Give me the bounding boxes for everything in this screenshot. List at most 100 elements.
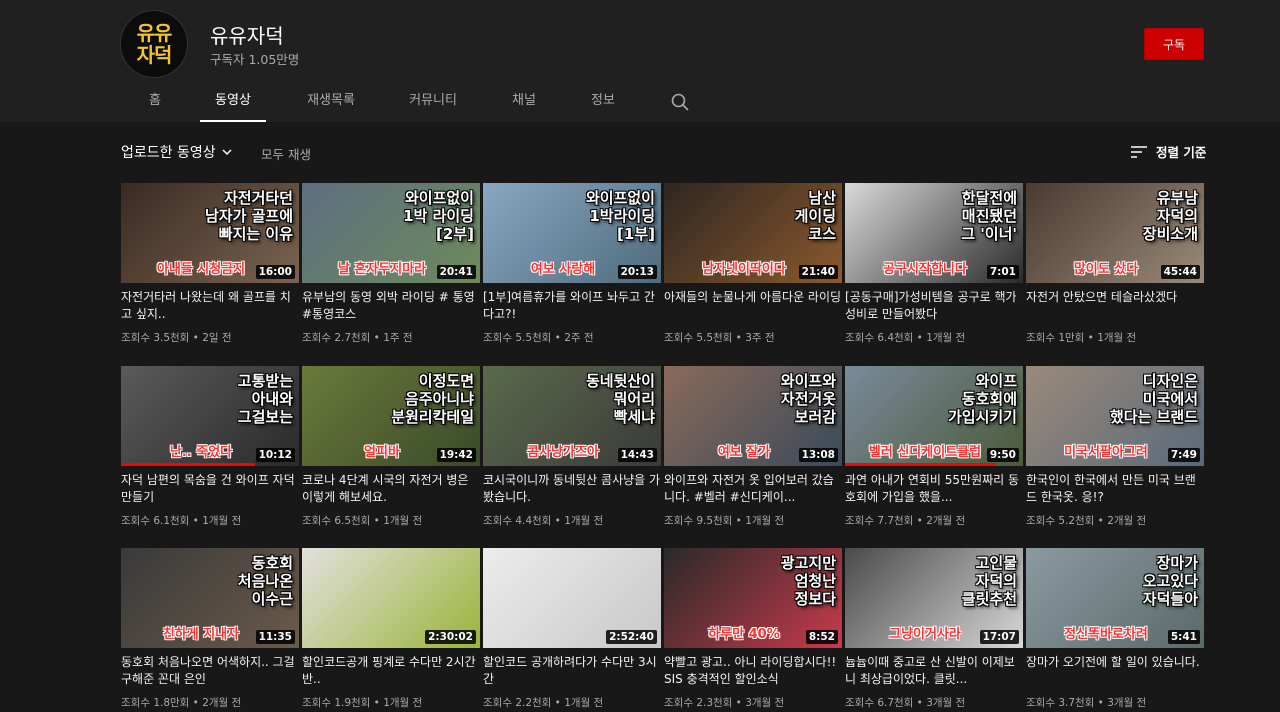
video-card[interactable]: 와이프없이 1박라이딩 [1부] 여보 사랑해 20:13 [1부]여름휴가를 와이프…: [483, 183, 661, 353]
thumbnail-caption: 자전거타던 남자가 골프에 빠지는 이유: [204, 189, 293, 243]
view-count: 조회수 6.5천회: [302, 515, 371, 527]
video-card[interactable]: 동네뒷산이 뭐어리 빡세냐 콤사냥가즈아 14:43 코시국이니까 동네뒷산 콤사냥을…: [483, 366, 661, 536]
channel-header: 유유 자덕 유유자덕 구독자 1.05만명 구독 홈 동영상 재생목록 커뮤니티…: [0, 0, 1280, 122]
video-title[interactable]: 약빨고 광고.. 아니 라이딩합시다!! SIS 충격적인 할인소식: [664, 654, 842, 688]
video-title[interactable]: 코시국이니까 동네뒷산 콤사냥을 가봤습니다.: [483, 472, 661, 506]
search-icon[interactable]: [670, 92, 690, 112]
upload-age: 2일 전: [202, 332, 232, 344]
sort-by-button[interactable]: 정렬 기준: [1130, 142, 1206, 161]
video-thumbnail[interactable]: 동네뒷산이 뭐어리 빡세냐 콤사냥가즈아 14:43: [483, 366, 661, 466]
video-thumbnail[interactable]: 디자인은 미국에서 했다는 브랜드 미국서팔아그려 7:49: [1026, 366, 1204, 466]
video-card[interactable]: 이정도면 음주아니냐 분원리칵테일 얼피바 19:42 코로나 4단계 시국의 자전거…: [302, 366, 480, 536]
tab-community[interactable]: 커뮤니티: [398, 82, 468, 122]
thumbnail-caption: 고인물 자덕의 클릿추천: [961, 554, 1017, 608]
video-title[interactable]: 한국인이 한국에서 만든 미국 브랜드 한국옷. 응!?: [1026, 472, 1204, 506]
video-thumbnail[interactable]: 2:52:40: [483, 548, 661, 648]
video-meta: 조회수 1만회 • 1개월 전: [1026, 330, 1136, 345]
video-card[interactable]: 광고지만 엄청난 정보다 하루만 40% 8:52 약빨고 광고.. 아니 라이딩합시…: [664, 548, 842, 712]
video-meta: 조회수 4.4천회 • 1개월 전: [483, 513, 603, 528]
video-meta: 조회수 2.3천회 • 3개월 전: [664, 695, 784, 710]
uploads-label: 업로드한 동영상: [121, 145, 216, 161]
view-count: 조회수 4.4천회: [483, 515, 552, 527]
thumbnail-subcaption: 여보 잘가: [717, 445, 771, 460]
thumbnail-subcaption: 여보 사랑해: [530, 262, 596, 277]
chevron-down-icon: [222, 149, 232, 156]
video-card[interactable]: 고인물 자덕의 클릿추천 그냥이거사라 17:07 늅늅이때 중고로 산 신발이 이제…: [845, 548, 1023, 712]
video-thumbnail[interactable]: 와이프없이 1박 라이딩 [2부] 날 혼자두지마라 20:41: [302, 183, 480, 283]
video-title[interactable]: [1부]여름휴가를 와이프 놔두고 간다고?!: [483, 289, 661, 323]
video-card[interactable]: 한달전에 매진됐던 그 '이너' 공구시작합니다 7:01 [공동구매]가성비템을 공…: [845, 183, 1023, 353]
tab-playlists[interactable]: 재생목록: [296, 82, 366, 122]
thumbnail-caption: 와이프 동호회에 가입시키기: [947, 372, 1017, 426]
video-title[interactable]: 할인코드 공개하려다가 수다만 3시간: [483, 654, 661, 688]
video-duration: 8:52: [805, 630, 838, 644]
video-title[interactable]: 자전거타러 나왔는데 왜 골프를 치고 싶지..: [121, 289, 299, 323]
video-thumbnail[interactable]: 장마가 오고있다 자덕들아 정신똑바로차려 5:41: [1026, 548, 1204, 648]
video-thumbnail[interactable]: 자전거타던 남자가 골프에 빠지는 이유 아내들 시청금지 16:00: [121, 183, 299, 283]
video-duration: 2:52:40: [606, 630, 657, 644]
video-duration: 10:12: [255, 448, 295, 462]
thumbnail-subcaption: 벨러 신디케이트클럽: [868, 445, 982, 460]
channel-avatar[interactable]: 유유 자덕: [120, 10, 188, 78]
video-card[interactable]: 유부남 자덕의 장비소개 많이도 샀다 45:44 자전거 안탔으면 테슬라샀겠다조회…: [1026, 183, 1204, 353]
video-thumbnail[interactable]: 와이프와 자전거옷 보러감 여보 잘가 13:08: [664, 366, 842, 466]
thumbnail-caption: 와이프없이 1박 라이딩 [2부]: [403, 189, 474, 243]
video-card[interactable]: 와이프 동호회에 가입시키기 벨러 신디케이트클럽 9:50 과연 아내가 연회비 5…: [845, 366, 1023, 536]
video-title[interactable]: 와이프와 자전거 옷 입어보러 갔습니다. #벨러 #신디케이...: [664, 472, 842, 506]
video-card[interactable]: 와이프와 자전거옷 보러감 여보 잘가 13:08 와이프와 자전거 옷 입어보러 갔…: [664, 366, 842, 536]
video-meta: 조회수 6.4천회 • 1개월 전: [845, 330, 965, 345]
channel-name[interactable]: 유유자덕: [210, 20, 284, 49]
video-card[interactable]: 자전거타던 남자가 골프에 빠지는 이유 아내들 시청금지 16:00 자전거타러 나…: [121, 183, 299, 353]
upload-age: 1개월 전: [202, 515, 242, 527]
video-thumbnail[interactable]: 고인물 자덕의 클릿추천 그냥이거사라 17:07: [845, 548, 1023, 648]
view-count: 조회수 9.5천회: [664, 515, 733, 527]
thumbnail-caption: 와이프와 자전거옷 보러감: [780, 372, 836, 426]
video-thumbnail[interactable]: 고통받는 아내와 그걸보는 난.. 죽었다 10:12: [121, 366, 299, 466]
avatar-text-top: 유유: [136, 21, 173, 45]
tab-videos[interactable]: 동영상: [200, 82, 266, 122]
video-card[interactable]: 남산 게이딩 코스 남자넷이딱이다 21:40 아재들의 눈물나게 아름다운 라이딩 조…: [664, 183, 842, 353]
thumbnail-caption: 디자인은 미국에서 했다는 브랜드: [1109, 372, 1198, 426]
video-title[interactable]: [공동구매]가성비템을 공구로 핵가성비로 만들어봤다: [845, 289, 1023, 323]
meta-separator: •: [1094, 515, 1108, 527]
upload-age: 1개월 전: [564, 697, 604, 709]
video-card[interactable]: 고통받는 아내와 그걸보는 난.. 죽었다 10:12 자덕 남편의 목숨을 건 와이…: [121, 366, 299, 536]
video-meta: 조회수 2.7천회 • 1주 전: [302, 330, 413, 345]
video-thumbnail[interactable]: 유부남 자덕의 장비소개 많이도 샀다 45:44: [1026, 183, 1204, 283]
view-count: 조회수 5.2천회: [1026, 515, 1095, 527]
video-thumbnail[interactable]: 광고지만 엄청난 정보다 하루만 40% 8:52: [664, 548, 842, 648]
uploads-dropdown[interactable]: 업로드한 동영상: [121, 142, 234, 162]
video-title[interactable]: 유부남의 동영 외박 라이딩 # 통영 #통영코스: [302, 289, 480, 323]
view-count: 조회수 1.9천회: [302, 697, 371, 709]
video-title[interactable]: 과연 아내가 연회비 55만원짜리 동호회에 가입을 했을...: [845, 472, 1023, 506]
video-thumbnail[interactable]: 2:30:02: [302, 548, 480, 648]
play-all-button[interactable]: 모두 재생: [261, 144, 311, 163]
tab-channels[interactable]: 채널: [504, 82, 544, 122]
video-title[interactable]: 장마가 오기전에 할 일이 있습니다.: [1026, 654, 1204, 671]
video-title[interactable]: 동호회 처음나오면 어색하지.. 그걸 구해준 꼰대 은인: [121, 654, 299, 688]
video-title[interactable]: 아재들의 눈물나게 아름다운 라이딩: [664, 289, 842, 306]
tab-home[interactable]: 홈: [138, 82, 172, 122]
video-title[interactable]: 늅늅이때 중고로 산 신발이 이제보니 최상급이었다. 클릿...: [845, 654, 1023, 688]
video-card[interactable]: 와이프없이 1박 라이딩 [2부] 날 혼자두지마라 20:41 유부남의 동영 외박…: [302, 183, 480, 353]
view-count: 조회수 2.3천회: [664, 697, 733, 709]
video-duration: 2:30:02: [425, 630, 476, 644]
video-card[interactable]: 디자인은 미국에서 했다는 브랜드 미국서팔아그려 7:49 한국인이 한국에서 만든…: [1026, 366, 1204, 536]
video-title[interactable]: 할인코드공개 핑계로 수다만 2시간반..: [302, 654, 480, 688]
video-card[interactable]: 동호회 처음나온 이수근 친하게 지내자 11:35 동호회 처음나오면 어색하지..…: [121, 548, 299, 712]
subscribe-button[interactable]: 구독: [1144, 28, 1204, 60]
video-thumbnail[interactable]: 한달전에 매진됐던 그 '이너' 공구시작합니다 7:01: [845, 183, 1023, 283]
video-thumbnail[interactable]: 와이프없이 1박라이딩 [1부] 여보 사랑해 20:13: [483, 183, 661, 283]
video-card[interactable]: 2:52:40 할인코드 공개하려다가 수다만 3시간 조회수 2.2천회 • 1개…: [483, 548, 661, 712]
video-thumbnail[interactable]: 이정도면 음주아니냐 분원리칵테일 얼피바 19:42: [302, 366, 480, 466]
video-title[interactable]: 자전거 안탔으면 테슬라샀겠다: [1026, 289, 1204, 306]
video-card[interactable]: 2:30:02 할인코드공개 핑계로 수다만 2시간반.. 조회수 1.9천회 • …: [302, 548, 480, 712]
video-title[interactable]: 코로나 4단계 시국의 자전거 병은 이렇게 해보세요.: [302, 472, 480, 506]
video-thumbnail[interactable]: 동호회 처음나온 이수근 친하게 지내자 11:35: [121, 548, 299, 648]
video-thumbnail[interactable]: 와이프 동호회에 가입시키기 벨러 신디케이트클럽 9:50: [845, 366, 1023, 466]
tab-about[interactable]: 정보: [583, 82, 623, 122]
video-title[interactable]: 자덕 남편의 목숨을 건 와이프 자덕 만들기: [121, 472, 299, 506]
video-thumbnail[interactable]: 남산 게이딩 코스 남자넷이딱이다 21:40: [664, 183, 842, 283]
video-card[interactable]: 장마가 오고있다 자덕들아 정신똑바로차려 5:41 장마가 오기전에 할 일이 있습…: [1026, 548, 1204, 712]
subscriber-count: 구독자 1.05만명: [210, 52, 300, 67]
